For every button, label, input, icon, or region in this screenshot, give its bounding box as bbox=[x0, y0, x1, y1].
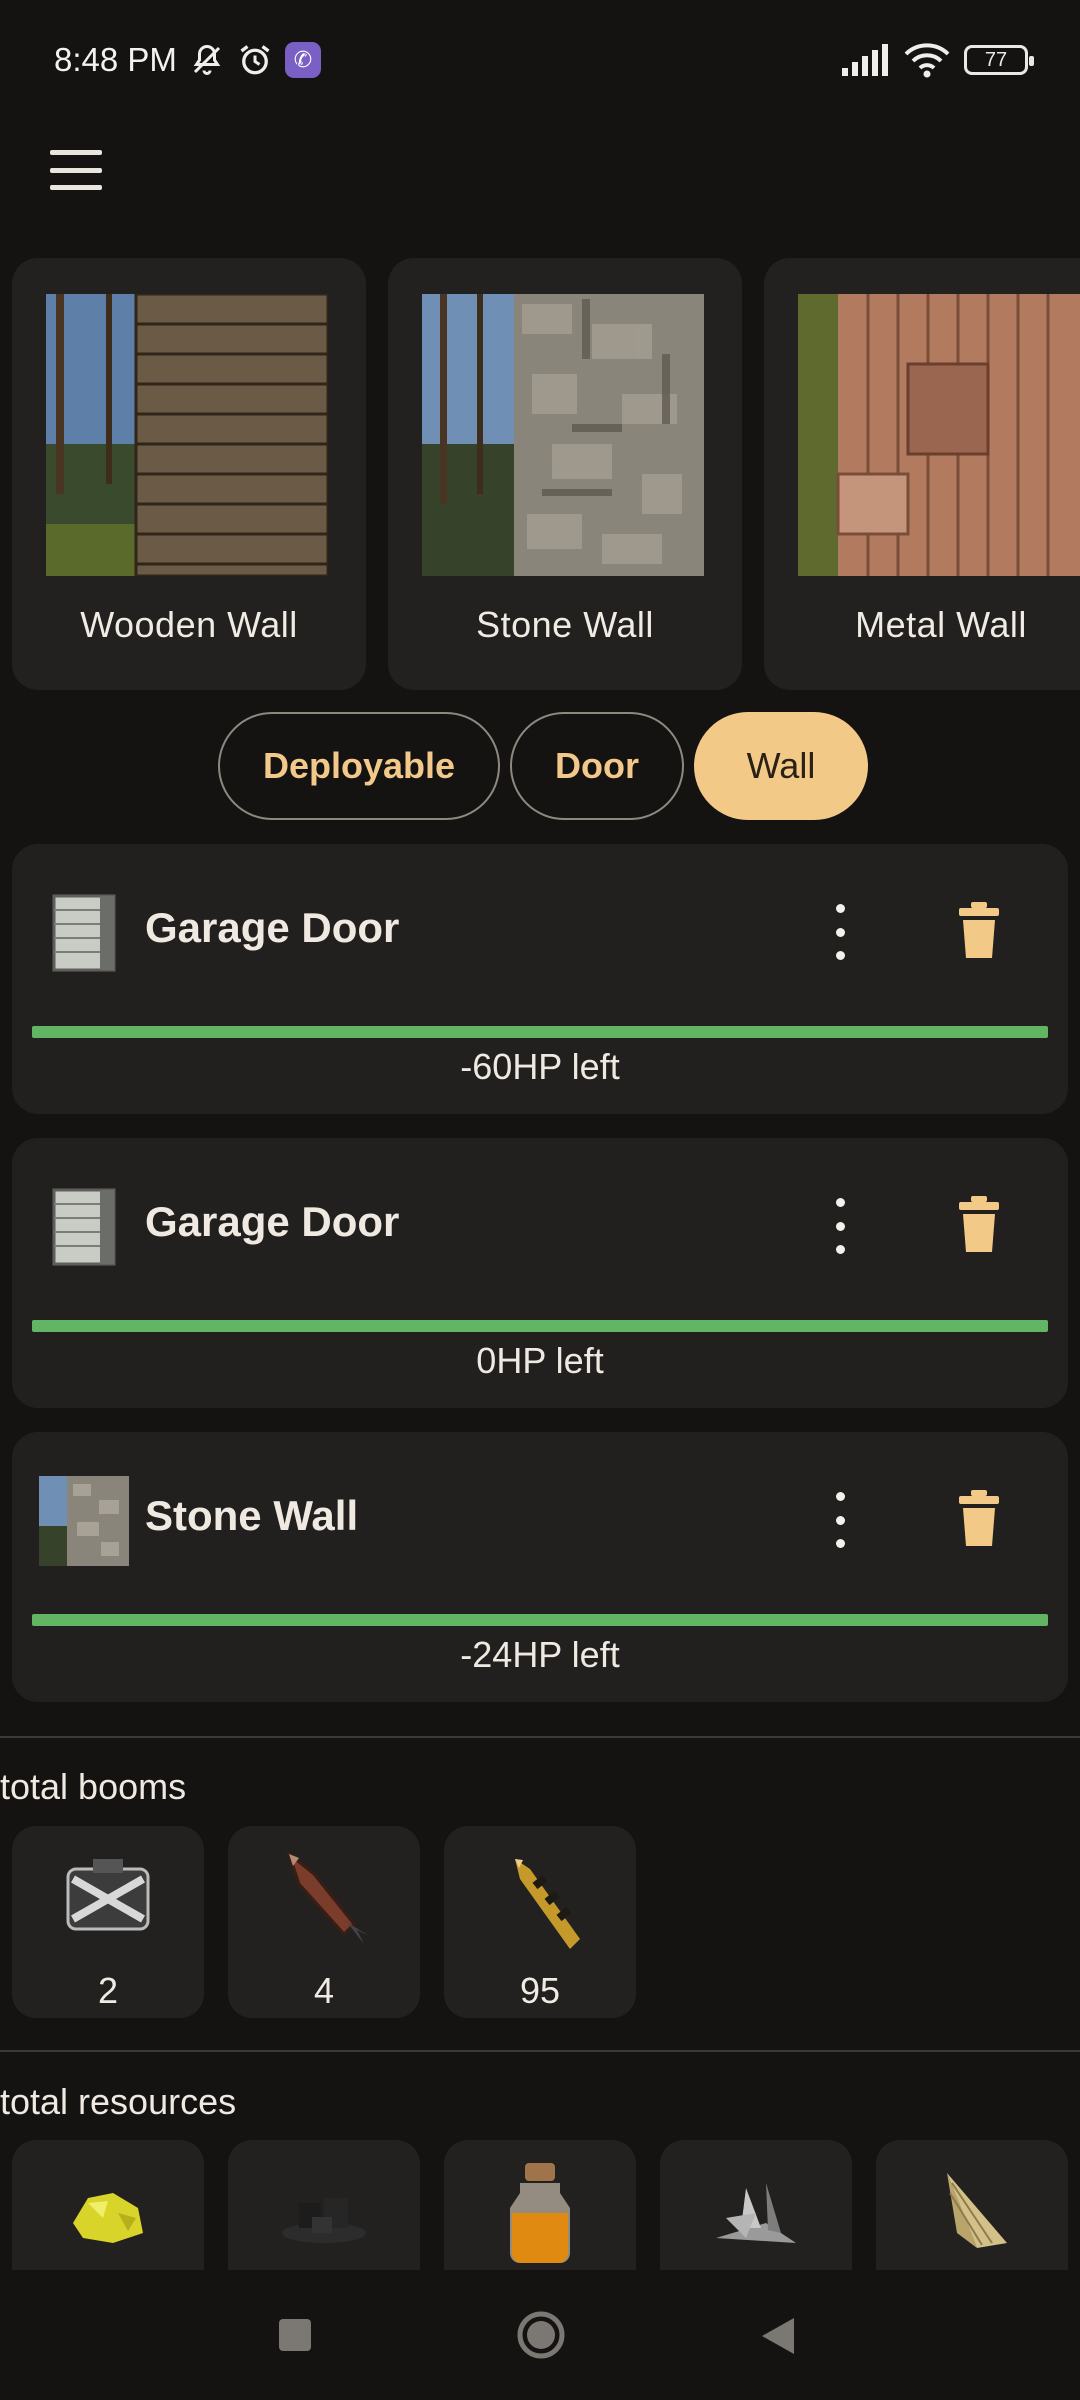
status-time: 8:48 PM bbox=[54, 41, 177, 78]
home-button[interactable] bbox=[516, 2310, 566, 2365]
hp-progress-fill bbox=[32, 1320, 1048, 1332]
hp-remaining: -24HP left bbox=[460, 1634, 620, 1675]
wall-carousel[interactable]: Wooden Wall Stone Wall Metal Wall bbox=[0, 258, 1080, 690]
section-divider bbox=[0, 1736, 1080, 1738]
battery-icon: 77 bbox=[964, 45, 1034, 75]
trash-icon[interactable] bbox=[955, 1194, 1003, 1254]
hp-progress-fill bbox=[32, 1026, 1048, 1038]
recents-button[interactable] bbox=[278, 2318, 312, 2357]
item-card[interactable]: Garage Door -60HP left bbox=[12, 844, 1068, 1114]
hamburger-menu-icon[interactable] bbox=[50, 150, 102, 190]
item-name: Garage Door bbox=[145, 904, 400, 951]
boom-tile-explosive-ammo[interactable]: 95 bbox=[444, 1826, 636, 2018]
back-button[interactable] bbox=[760, 2316, 796, 2361]
stone-wall-icon bbox=[32, 1476, 136, 1566]
resource-tile-cloth[interactable] bbox=[876, 2140, 1068, 2270]
chip-deployable[interactable]: Deployable bbox=[218, 712, 500, 820]
boom-count: 4 bbox=[313, 1970, 335, 2011]
filter-chips: Deployable Door Wall bbox=[0, 712, 1080, 822]
wifi-icon bbox=[904, 42, 950, 78]
section-divider bbox=[0, 2050, 1080, 2052]
explosive-ammo-icon bbox=[480, 1844, 600, 1954]
cloth-icon bbox=[912, 2158, 1032, 2268]
metal-fragments-icon bbox=[696, 2158, 816, 2268]
stone-wall-image bbox=[422, 294, 704, 576]
item-card[interactable]: Garage Door 0HP left bbox=[12, 1138, 1068, 1408]
hp-remaining: -60HP left bbox=[460, 1046, 620, 1087]
status-right: 77 bbox=[840, 42, 1034, 78]
metal-wall-image bbox=[798, 294, 1080, 576]
more-options-icon[interactable] bbox=[828, 904, 852, 960]
hp-progress-bar bbox=[32, 1026, 1048, 1038]
wall-card-wooden[interactable]: Wooden Wall bbox=[12, 258, 366, 690]
garage-door-icon bbox=[32, 888, 136, 978]
boom-count: 2 bbox=[97, 1970, 119, 2011]
hp-remaining: 0HP left bbox=[476, 1340, 604, 1381]
viber-icon: ✆ bbox=[284, 42, 321, 78]
boom-tile-rocket[interactable]: 4 bbox=[228, 1826, 420, 2018]
mute-icon bbox=[189, 42, 225, 78]
alarm-icon bbox=[237, 42, 273, 78]
trash-icon[interactable] bbox=[955, 900, 1003, 960]
wall-card-label: Metal Wall bbox=[855, 604, 1027, 645]
resource-tile-sulfur[interactable] bbox=[12, 2140, 204, 2270]
chip-door[interactable]: Door bbox=[510, 712, 684, 820]
chip-wall[interactable]: Wall bbox=[694, 712, 868, 820]
more-options-icon[interactable] bbox=[828, 1492, 852, 1548]
wall-card-metal[interactable]: Metal Wall bbox=[764, 258, 1080, 690]
item-card[interactable]: Stone Wall -24HP left bbox=[12, 1432, 1068, 1702]
signal-icon bbox=[840, 44, 890, 76]
low-grade-fuel-icon bbox=[480, 2158, 600, 2268]
boom-tile-c4[interactable]: 2 bbox=[12, 1826, 204, 2018]
resource-tile-charcoal[interactable] bbox=[228, 2140, 420, 2270]
hp-progress-bar bbox=[32, 1320, 1048, 1332]
hp-progress-fill bbox=[32, 1614, 1048, 1626]
wall-card-label: Stone Wall bbox=[476, 604, 654, 645]
wooden-wall-image bbox=[46, 294, 328, 576]
wall-card-stone[interactable]: Stone Wall bbox=[388, 258, 742, 690]
status-left: 8:48 PM ✆ bbox=[54, 41, 321, 79]
trash-icon[interactable] bbox=[955, 1488, 1003, 1548]
c4-icon bbox=[48, 1844, 168, 1954]
item-name: Stone Wall bbox=[145, 1492, 359, 1539]
resource-tile-metal-fragments[interactable] bbox=[660, 2140, 852, 2270]
status-bar: 8:48 PM ✆ 77 bbox=[0, 0, 1080, 120]
system-nav-bar bbox=[0, 2270, 1080, 2400]
total-booms-title: total booms bbox=[0, 1766, 187, 1807]
charcoal-icon bbox=[264, 2158, 384, 2268]
total-resources-title: total resources bbox=[0, 2081, 237, 2122]
rocket-icon bbox=[264, 1844, 384, 1954]
hp-progress-bar bbox=[32, 1614, 1048, 1626]
resource-tile-low-grade-fuel[interactable] bbox=[444, 2140, 636, 2270]
garage-door-icon bbox=[32, 1182, 136, 1272]
sulfur-icon bbox=[48, 2158, 168, 2268]
more-options-icon[interactable] bbox=[828, 1198, 852, 1254]
item-name: Garage Door bbox=[145, 1198, 400, 1245]
wall-card-label: Wooden Wall bbox=[80, 604, 298, 645]
boom-count: 95 bbox=[519, 1970, 561, 2011]
app-bar bbox=[0, 120, 1080, 220]
